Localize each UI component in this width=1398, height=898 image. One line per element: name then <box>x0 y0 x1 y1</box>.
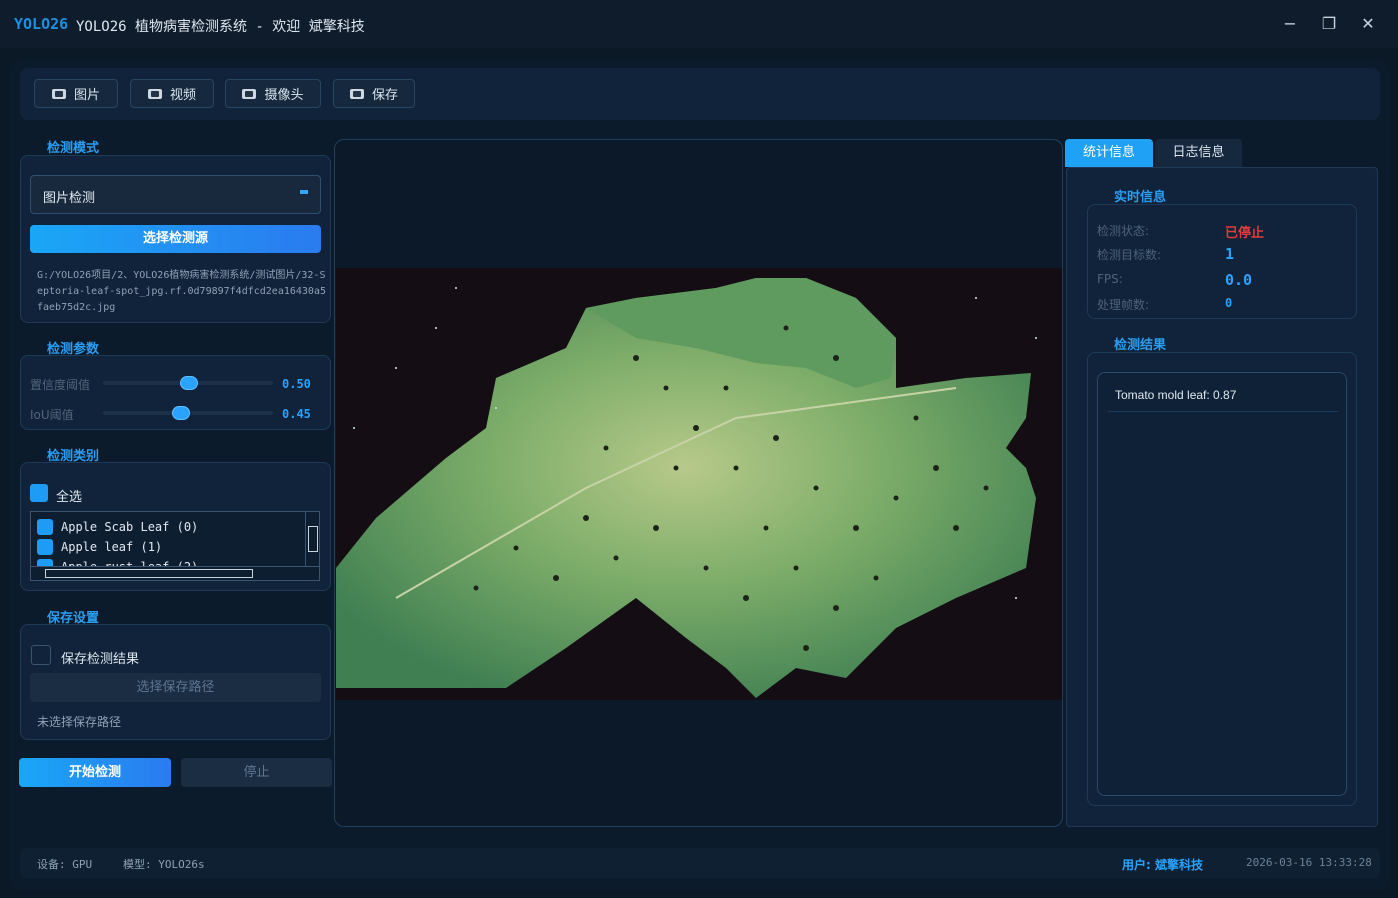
tab-log[interactable]: 日志信息 <box>1155 139 1242 167</box>
status-value: 已停止 <box>1225 226 1265 241</box>
vscroll-handle[interactable] <box>308 526 318 552</box>
camera-button-label: 摄像头 <box>264 88 304 103</box>
list-item[interactable]: Apple Scab Leaf (0) <box>37 518 198 536</box>
confidence-label: 置信度阈值 <box>30 378 91 392</box>
list-item[interactable]: Apple leaf (1) <box>37 538 162 556</box>
image-viewer <box>334 139 1063 827</box>
realtime-info-title: 实时信息 <box>1114 190 1167 205</box>
model-info: 模型: YOLO26s <box>123 858 205 871</box>
class-checkbox[interactable] <box>37 539 53 555</box>
device-info: 设备: GPU <box>37 858 93 871</box>
targets-label: 检测目标数: <box>1097 248 1162 262</box>
save-results-checkbox[interactable] <box>31 645 51 665</box>
results-list[interactable] <box>1097 372 1347 796</box>
image-button-label: 图片 <box>73 88 100 103</box>
frames-value: 0 <box>1225 296 1233 310</box>
source-path: G:/YOLO26项目/2、YOLO26植物病害检测系统/测试图片/32-Sep… <box>37 270 326 313</box>
title-bar: YOLO26 YOLO26 植物病害检测系统 - 欢迎 斌擎科技 − ❐ ✕ <box>0 0 1398 48</box>
save-button-label: 保存 <box>371 88 398 103</box>
webcam-icon <box>242 88 257 99</box>
camera-icon <box>51 88 66 99</box>
detect-mode-value: 图片检测 <box>43 191 96 206</box>
choose-source-button[interactable]: 选择检测源 <box>30 225 321 253</box>
select-all-label: 全选 <box>56 490 83 505</box>
minimize-button[interactable]: − <box>1278 12 1302 36</box>
user-info: 用户: 斌擎科技 <box>1122 858 1203 872</box>
iou-slider-handle[interactable] <box>172 406 190 420</box>
video-button[interactable]: 视频 <box>130 79 214 108</box>
class-label: Apple Scab Leaf (0) <box>61 520 199 534</box>
save-path-status: 未选择保存路径 <box>37 715 122 729</box>
fps-label: FPS: <box>1097 272 1123 286</box>
start-detection-button[interactable]: 开始检测 <box>19 758 171 787</box>
result-item[interactable]: Tomato mold leaf: 0.87 <box>1115 388 1236 402</box>
class-list-hscroll[interactable] <box>31 566 319 580</box>
stop-button[interactable]: 停止 <box>181 758 332 787</box>
targets-value: 1 <box>1225 245 1235 263</box>
class-list[interactable]: Apple Scab Leaf (0) Apple leaf (1) Apple… <box>30 511 320 581</box>
detect-mode-title: 检测模式 <box>47 141 100 156</box>
detection-results-title: 检测结果 <box>1114 338 1167 353</box>
class-label: Apple leaf (1) <box>61 540 163 554</box>
save-icon <box>349 88 364 99</box>
iou-label: IoU阈值 <box>30 408 74 422</box>
class-checkbox[interactable] <box>37 519 53 535</box>
tab-statistics[interactable]: 统计信息 <box>1065 139 1153 167</box>
app-logo: YOLO26 <box>14 15 69 33</box>
select-all-checkbox[interactable] <box>30 484 48 502</box>
choose-save-path-button[interactable]: 选择保存路径 <box>30 673 321 702</box>
toolbar <box>20 68 1380 120</box>
fps-value: 0.0 <box>1225 271 1253 289</box>
video-button-label: 视频 <box>169 88 196 103</box>
camera-button[interactable]: 摄像头 <box>225 79 321 108</box>
detection-image <box>336 268 1062 700</box>
close-button[interactable]: ✕ <box>1356 12 1380 36</box>
iou-value: 0.45 <box>282 407 311 421</box>
video-icon <box>147 88 162 99</box>
status-label: 检测状态: <box>1097 224 1150 238</box>
save-results-label: 保存检测结果 <box>61 652 140 667</box>
frames-label: 处理帧数: <box>1097 298 1150 312</box>
detect-mode-select[interactable]: 图片检测 <box>30 175 321 214</box>
dropdown-indicator-icon <box>300 190 308 194</box>
window-title: YOLO26 植物病害检测系统 - 欢迎 斌擎科技 <box>76 19 365 35</box>
datetime: 2026-03-16 13:33:28 <box>1246 856 1372 869</box>
hscroll-handle[interactable] <box>45 569 253 578</box>
result-divider <box>1108 411 1338 412</box>
confidence-slider-handle[interactable] <box>180 376 198 390</box>
image-button[interactable]: 图片 <box>34 79 118 108</box>
maximize-button[interactable]: ❐ <box>1317 12 1341 36</box>
save-button[interactable]: 保存 <box>333 79 415 108</box>
confidence-value: 0.50 <box>282 377 311 391</box>
